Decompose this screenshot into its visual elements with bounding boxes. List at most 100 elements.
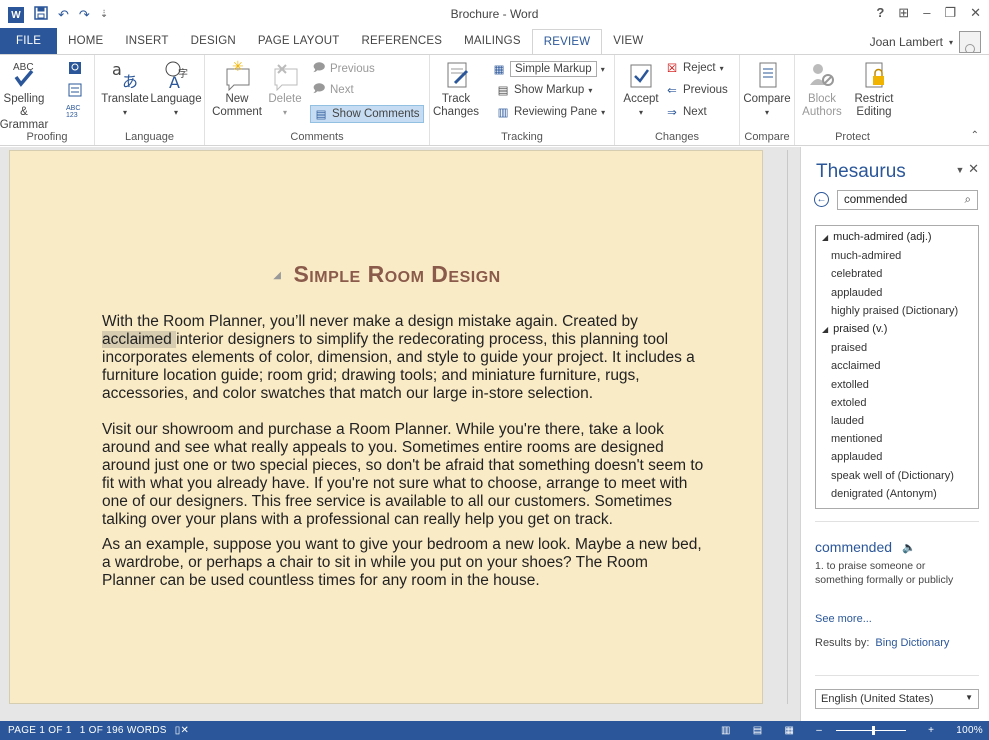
compare-button[interactable]: Compare ▾	[743, 59, 791, 119]
previous-change-button[interactable]: ⇐ Previous	[665, 83, 728, 97]
svg-text:あ: あ	[122, 72, 138, 91]
synonym-text: much-admired (adj.)	[833, 231, 932, 243]
zoom-in-icon[interactable]: +	[928, 725, 934, 736]
show-markup-button[interactable]: ▤ Show Markup ▾	[496, 83, 593, 97]
synonym-heading[interactable]: ◢ much-admired (adj.)	[816, 228, 978, 247]
search-icon[interactable]: ⌕	[965, 194, 971, 207]
synonym-heading[interactable]: ◢ praised (v.)	[816, 320, 978, 339]
read-mode-icon[interactable]: ▥	[721, 725, 731, 736]
tab-view[interactable]: VIEW	[602, 28, 654, 54]
spelling-label: Spelling &	[3, 93, 45, 118]
block-authors-button[interactable]: Block Authors	[799, 59, 845, 119]
restrict-label: Restrict	[854, 93, 894, 105]
next-change-button[interactable]: ⇒ Next	[665, 105, 706, 119]
speaker-icon[interactable]: 🔈	[902, 541, 916, 554]
synonym-item[interactable]: speak well of (Dictionary)	[816, 467, 978, 485]
see-more-link[interactable]: See more...	[815, 613, 872, 625]
selected-word[interactable]: acclaimed	[102, 331, 177, 348]
tab-design[interactable]: DESIGN	[180, 28, 247, 54]
zoom-out-icon[interactable]: –	[816, 725, 822, 736]
help-icon[interactable]: ?	[876, 5, 884, 21]
synonym-item[interactable]: praised	[816, 339, 978, 357]
proofing-status-icon[interactable]: ▯✕	[175, 725, 189, 736]
next-comment-icon: 🗩	[312, 82, 326, 95]
synonym-list[interactable]: ◢ much-admired (adj.) much-admired celebrat…	[815, 225, 979, 509]
language-select[interactable]: English (United States) ▼	[815, 689, 979, 709]
collapse-ribbon-icon[interactable]: ⌃	[971, 130, 979, 141]
previous-comment-button[interactable]: 🗩 Previous	[312, 62, 375, 76]
print-layout-icon[interactable]: ▤	[753, 725, 763, 736]
delete-comment-button[interactable]: Delete ▾	[265, 59, 305, 119]
synonym-item[interactable]: lauded	[816, 412, 978, 430]
results-by-label: Results by:	[815, 637, 870, 649]
next-comment-button[interactable]: 🗩 Next	[312, 83, 354, 97]
translate-button[interactable]: aあ Translate ▾	[101, 59, 149, 119]
track-changes-button[interactable]: Track Changes	[433, 59, 479, 119]
close-pane-icon[interactable]: ✕	[968, 161, 979, 176]
reviewing-pane-icon: ▥	[497, 107, 509, 119]
synonym-item[interactable]: much-admired	[816, 247, 978, 265]
tab-page-layout[interactable]: PAGE LAYOUT	[247, 28, 351, 54]
synonym-item[interactable]: applauded	[816, 284, 978, 302]
tab-mailings[interactable]: MAILINGS	[453, 28, 532, 54]
language-button[interactable]: A字 Language ▾	[150, 59, 202, 119]
paragraph-1[interactable]: With the Room Planner, you’ll never make…	[102, 313, 704, 403]
synonym-item[interactable]: highly praised (Dictionary)	[816, 302, 978, 320]
thesaurus-search-input[interactable]: commended ⌕	[837, 190, 978, 210]
collapse-group-icon[interactable]: ◢	[822, 325, 828, 334]
tab-review[interactable]: REVIEW	[531, 29, 603, 55]
restrict-editing-button[interactable]: Restrict Editing	[851, 59, 897, 119]
ribbon-display-icon[interactable]: ⊞	[898, 5, 909, 21]
document-page[interactable]: ◢ Simple Room Design With the Room Planne…	[9, 150, 763, 704]
synonym-item[interactable]: acclaimed	[816, 357, 978, 375]
user-account[interactable]: Joan Lambert ▾	[870, 31, 981, 53]
markup-select[interactable]: ▦ Simple Markup ▾	[492, 61, 605, 77]
avatar[interactable]	[959, 31, 981, 53]
zoom-slider[interactable]	[836, 726, 907, 735]
synonym-item[interactable]: mentioned	[816, 430, 978, 448]
reviewing-pane-button[interactable]: ▥ Reviewing Pane ▾	[496, 105, 606, 119]
compare-label: Compare	[743, 93, 791, 105]
synonym-item[interactable]: extoled	[816, 394, 978, 412]
chevron-down-icon: ▾	[638, 108, 643, 117]
back-icon[interactable]: ←	[814, 192, 829, 207]
word-count[interactable]: 1 OF 196 WORDS	[80, 725, 167, 736]
page-indicator[interactable]: PAGE 1 OF 1	[8, 725, 72, 736]
reject-icon: ☒	[666, 63, 678, 75]
vertical-scrollbar[interactable]	[787, 150, 788, 704]
comment-label: Comment	[212, 106, 262, 118]
web-layout-icon[interactable]: ▦	[784, 725, 794, 736]
thesaurus-icon[interactable]	[68, 83, 82, 97]
provider-link[interactable]: Bing Dictionary	[875, 637, 949, 649]
search-value: commended	[844, 194, 908, 206]
spelling-grammar-button[interactable]: ABC Spelling & Grammar	[0, 59, 48, 132]
maximize-icon[interactable]: ❐	[944, 5, 956, 21]
divider	[815, 521, 979, 522]
collapse-group-icon[interactable]: ◢	[822, 233, 828, 242]
pane-options-icon[interactable]: ▼	[956, 165, 965, 175]
new-comment-button[interactable]: ✳ New Comment	[212, 59, 262, 119]
tab-home[interactable]: HOME	[57, 28, 114, 54]
close-icon[interactable]: ✕	[970, 5, 981, 21]
accept-button[interactable]: Accept ▾	[621, 59, 661, 119]
synonym-text: applauded	[831, 286, 883, 299]
synonym-item[interactable]: applauded	[816, 448, 978, 466]
markup-select-value[interactable]: Simple Markup	[510, 61, 597, 77]
synonym-item[interactable]: celebrated	[816, 265, 978, 283]
paragraph-2[interactable]: Visit our showroom and purchase a Room P…	[102, 421, 704, 529]
word-count-icon[interactable]: ABC 123	[66, 105, 80, 119]
tab-file[interactable]: FILE	[0, 28, 58, 54]
synonym-item[interactable]: extolled	[816, 376, 978, 394]
tab-references[interactable]: REFERENCES	[351, 28, 454, 54]
tab-insert[interactable]: INSERT	[114, 28, 179, 54]
define-icon[interactable]	[68, 61, 82, 75]
document-title[interactable]: ◢ Simple Room Design	[10, 261, 764, 288]
reject-button[interactable]: ☒ Reject ▾	[665, 61, 724, 75]
document-body[interactable]: With the Room Planner, you’ll never make…	[102, 313, 704, 608]
show-comments-button[interactable]: ▤ Show Comments	[310, 105, 424, 123]
collapse-heading-icon[interactable]: ◢	[273, 270, 281, 281]
paragraph-3[interactable]: As an example, suppose you want to give …	[102, 536, 704, 590]
zoom-level[interactable]: 100%	[956, 725, 983, 736]
synonym-item[interactable]: denigrated (Antonym)	[816, 485, 978, 503]
minimize-icon[interactable]: –	[923, 5, 930, 21]
